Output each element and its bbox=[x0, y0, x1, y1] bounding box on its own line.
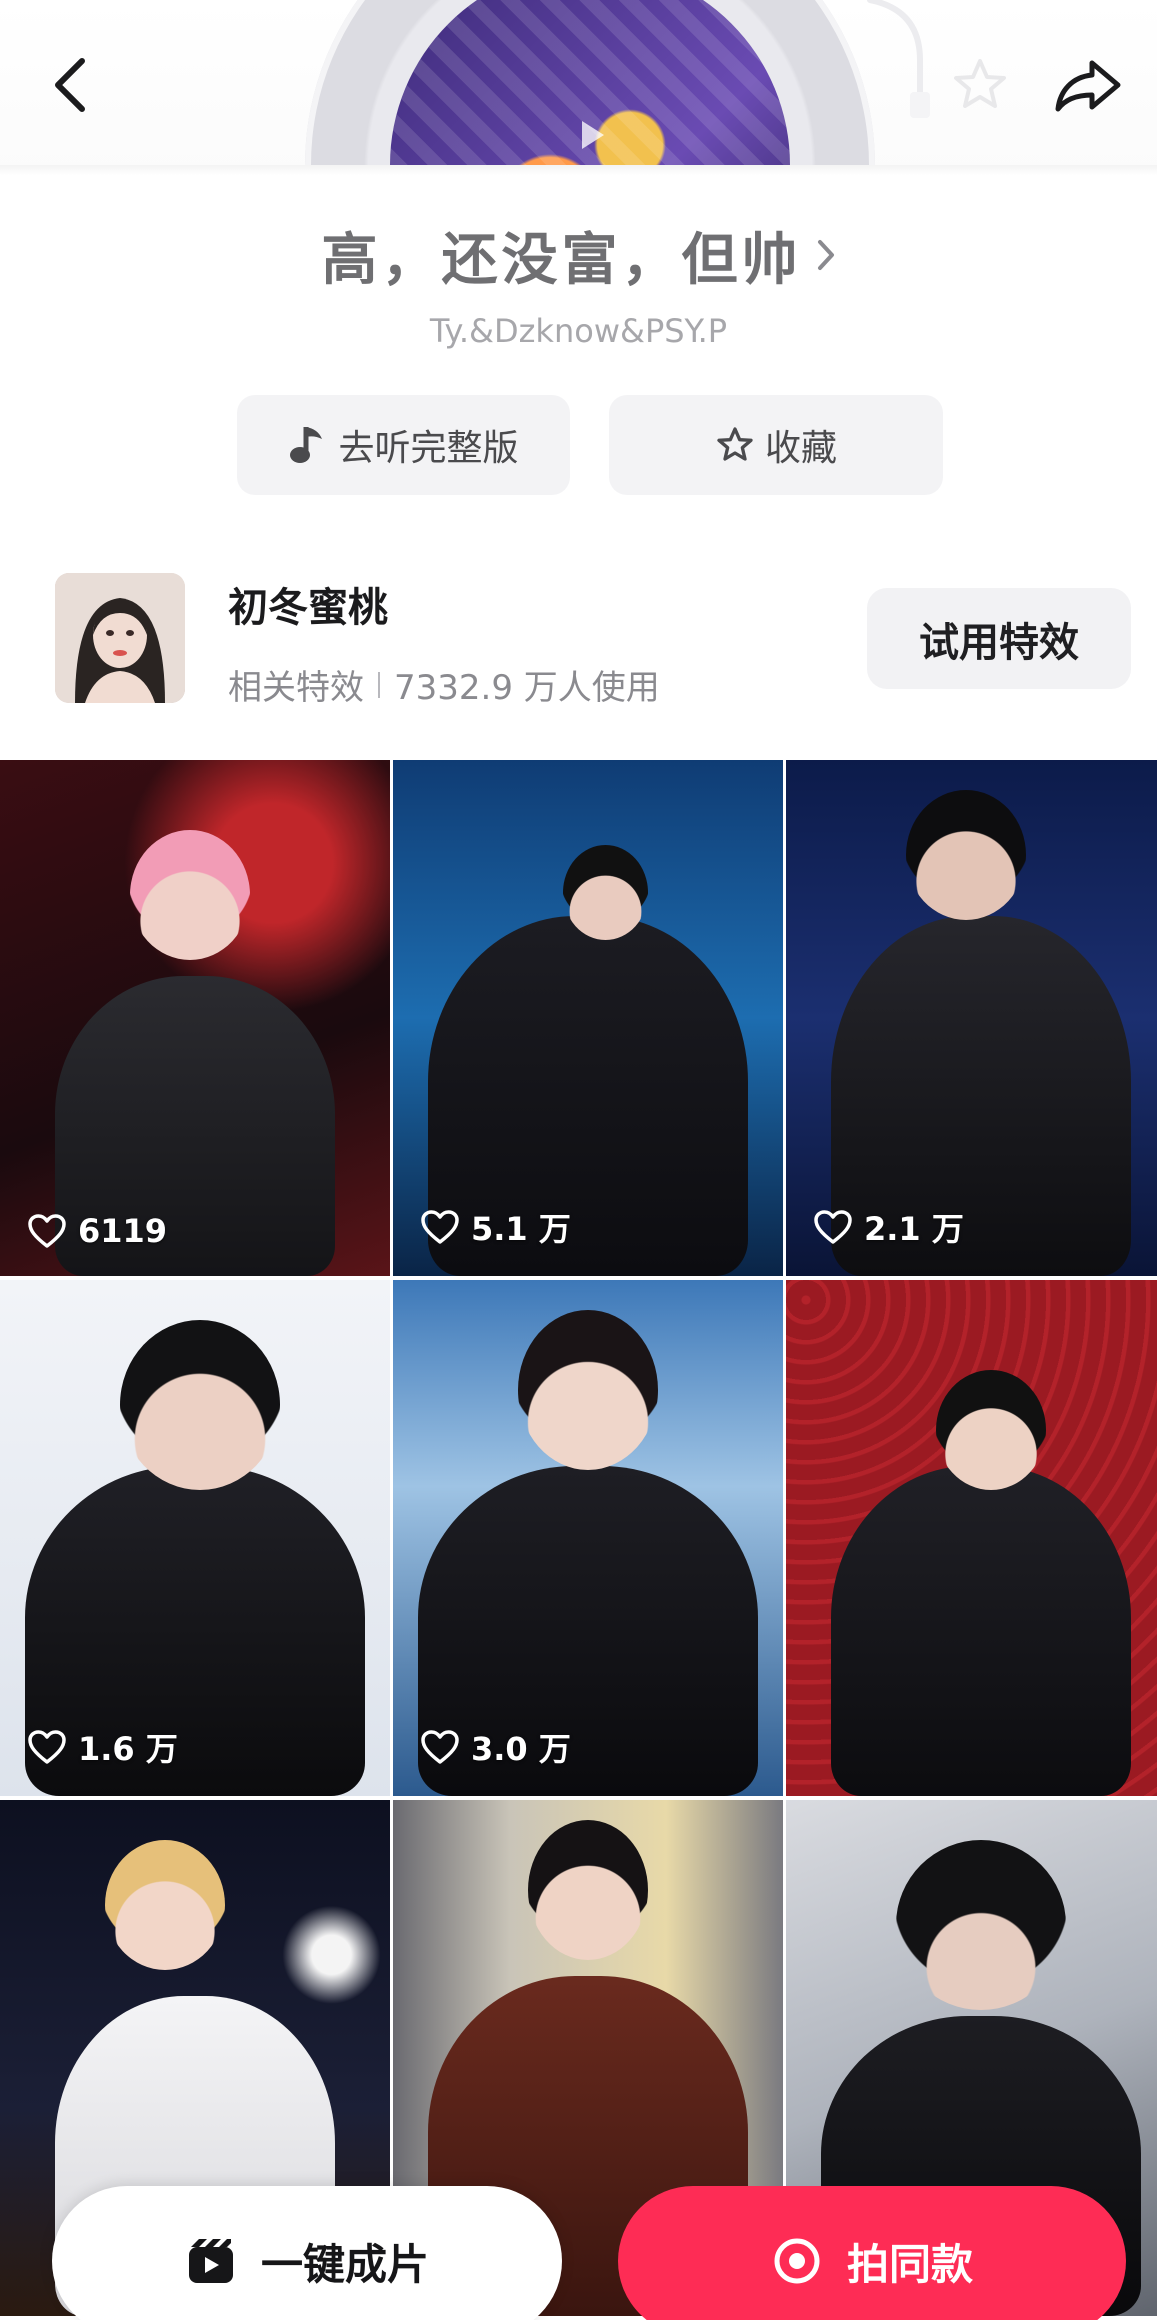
video-thumbnail-head bbox=[130, 830, 250, 960]
try-effect-button[interactable]: 试用特效 bbox=[867, 588, 1131, 689]
video-tile[interactable]: 1.6 万 bbox=[0, 1280, 390, 1796]
video-thumbnail-head bbox=[936, 1370, 1046, 1490]
tonearm-icon bbox=[867, 0, 930, 118]
effect-category: 相关特效 bbox=[228, 668, 364, 708]
like-count-value: 5.1 万 bbox=[471, 1210, 571, 1248]
heart-icon bbox=[28, 1730, 66, 1764]
like-count: 5.1 万 bbox=[421, 1204, 571, 1250]
like-count-value: 3.0 万 bbox=[471, 1730, 571, 1768]
listen-full-label: 去听完整版 bbox=[338, 428, 519, 469]
star-outline-icon bbox=[954, 59, 1006, 108]
like-count-value: 2.1 万 bbox=[864, 1210, 964, 1248]
like-count: 1.6 万 bbox=[28, 1724, 178, 1770]
song-artist[interactable]: Ty.&Dzknow&PSY.P bbox=[0, 312, 1157, 350]
share-arrow-icon bbox=[1055, 60, 1121, 112]
heart-icon bbox=[814, 1210, 852, 1244]
effect-name[interactable]: 初冬蜜桃 bbox=[228, 575, 388, 633]
song-title-row[interactable]: 高，还没富，但帅 bbox=[0, 210, 1157, 300]
video-tile[interactable]: 6119 bbox=[0, 760, 390, 1276]
music-detail-page: 高，还没富，但帅 Ty.&Dzknow&PSY.P 去听完整版 收藏 初冬蜜桃 … bbox=[0, 0, 1157, 2320]
clapperboard-icon bbox=[188, 2239, 233, 2283]
album-disc[interactable] bbox=[305, 0, 875, 175]
video-tile[interactable] bbox=[786, 1280, 1157, 1796]
header-divider bbox=[0, 165, 1157, 175]
video-tile[interactable]: 5.1 万 bbox=[393, 760, 783, 1276]
chevron-left-icon bbox=[55, 58, 85, 112]
effect-portrait-image bbox=[55, 573, 185, 703]
video-thumbnail-head bbox=[528, 1820, 648, 1960]
like-count: 3.0 万 bbox=[421, 1724, 571, 1770]
effect-meta: 相关特效 7332.9 万人使用 bbox=[228, 660, 660, 709]
one-click-video-label: 一键成片 bbox=[260, 2239, 429, 2289]
effect-thumbnail[interactable] bbox=[55, 573, 185, 703]
favorite-button-top[interactable] bbox=[945, 50, 1015, 120]
camera-record-icon bbox=[774, 2238, 820, 2284]
one-click-video-button[interactable]: 一键成片 bbox=[52, 2186, 562, 2320]
music-note-icon bbox=[290, 427, 323, 463]
video-thumbnail-figure bbox=[831, 1466, 1131, 1796]
video-thumbnail-head bbox=[896, 1840, 1066, 2010]
video-thumbnail-head bbox=[563, 845, 648, 940]
like-count: 6119 bbox=[28, 1212, 167, 1250]
like-count-value: 6119 bbox=[78, 1212, 168, 1250]
effect-usage: 7332.9 万人使用 bbox=[394, 668, 660, 708]
listen-full-button[interactable]: 去听完整版 bbox=[237, 395, 570, 495]
video-tile[interactable]: 2.1 万 bbox=[786, 760, 1157, 1276]
video-thumbnail-head bbox=[906, 790, 1026, 920]
like-count-value: 1.6 万 bbox=[78, 1730, 178, 1768]
chevron-right-icon bbox=[817, 240, 834, 270]
star-outline-icon bbox=[717, 427, 753, 461]
collect-label: 收藏 bbox=[764, 428, 837, 469]
header bbox=[0, 0, 1157, 175]
shoot-same-button[interactable]: 拍同款 bbox=[618, 2186, 1126, 2320]
heart-icon bbox=[28, 1214, 66, 1248]
share-button[interactable] bbox=[1043, 45, 1133, 125]
heart-icon bbox=[421, 1210, 459, 1244]
video-thumbnail-head bbox=[105, 1840, 225, 1970]
collect-button[interactable]: 收藏 bbox=[609, 395, 943, 495]
play-icon bbox=[565, 110, 615, 160]
like-count: 2.1 万 bbox=[814, 1204, 964, 1250]
video-grid: 6119 5.1 万 2.1 万 1.6 万 3.0 万 bbox=[0, 760, 1157, 2320]
heart-icon bbox=[421, 1730, 459, 1764]
video-thumbnail-head bbox=[120, 1320, 280, 1490]
video-tile[interactable]: 3.0 万 bbox=[393, 1280, 783, 1796]
shoot-same-label: 拍同款 bbox=[846, 2239, 973, 2289]
separator bbox=[378, 671, 380, 698]
video-thumbnail-head bbox=[518, 1310, 658, 1470]
back-button[interactable] bbox=[35, 45, 105, 125]
song-title: 高，还没富，但帅 bbox=[321, 227, 802, 293]
